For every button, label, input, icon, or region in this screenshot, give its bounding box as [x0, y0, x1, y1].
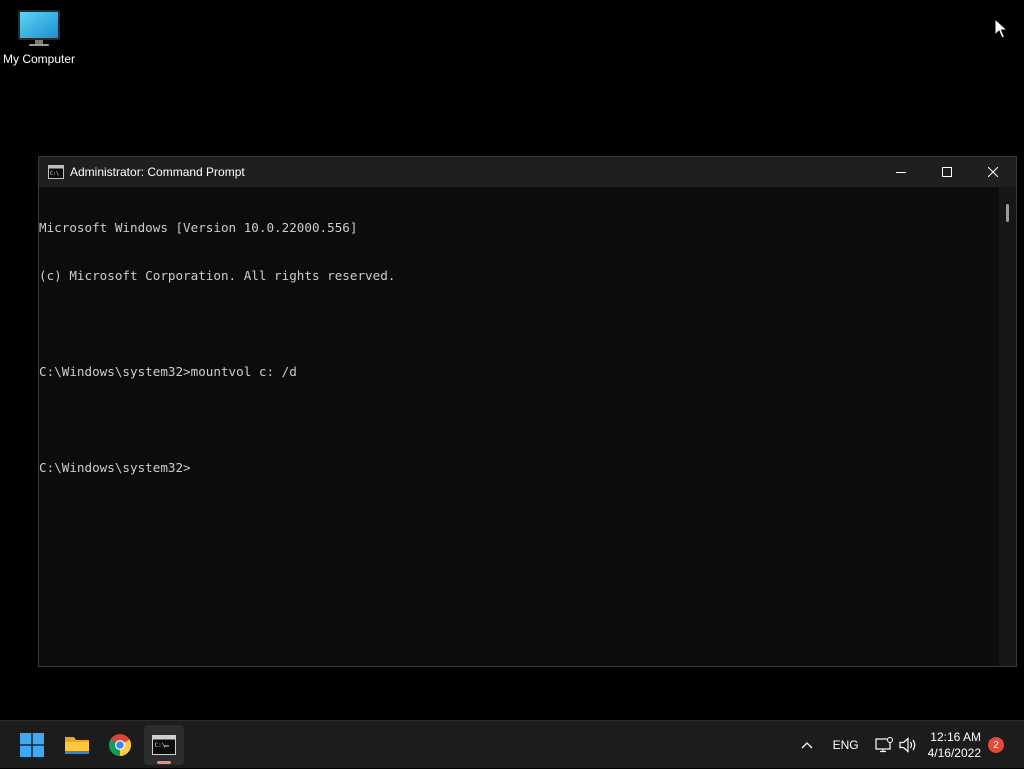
cmd-icon: C:\ — [152, 735, 176, 755]
system-tray: ENG 12:16 AM 4/16/2022 2 — [794, 721, 1024, 769]
console-line: C:\Windows\system32>mountvol c: /d — [39, 364, 297, 379]
desktop: My Computer C:\ Administrator: Command P… — [0, 0, 1024, 720]
windows-start-icon — [20, 733, 44, 757]
close-icon — [988, 167, 998, 177]
monitor-icon — [18, 10, 60, 46]
console-line: Microsoft Windows [Version 10.0.22000.55… — [39, 220, 358, 235]
maximize-icon — [942, 167, 952, 177]
vertical-scrollbar[interactable] — [999, 187, 1016, 666]
minimize-button[interactable] — [878, 157, 924, 187]
taskbar-file-explorer[interactable] — [57, 725, 97, 765]
minimize-icon — [896, 172, 906, 173]
clock-date: 4/16/2022 — [927, 746, 981, 760]
console-prompt-line[interactable]: C:\Windows\system32> — [39, 460, 999, 476]
network-icon — [875, 737, 893, 753]
cmd-icon: C:\ — [48, 165, 64, 179]
desktop-icon-label: My Computer — [2, 52, 76, 66]
window-controls — [878, 157, 1016, 187]
window-title: Administrator: Command Prompt — [70, 165, 245, 179]
taskbar-clock[interactable]: 12:16 AM 4/16/2022 — [928, 729, 981, 761]
taskbar-command-prompt[interactable]: C:\ — [144, 725, 184, 765]
window-titlebar[interactable]: C:\ Administrator: Command Prompt — [39, 157, 1016, 187]
desktop-icon-my-computer[interactable]: My Computer — [0, 8, 78, 76]
volume-button[interactable] — [896, 725, 920, 765]
network-button[interactable] — [872, 725, 896, 765]
folder-icon — [65, 737, 89, 754]
maximize-button[interactable] — [924, 157, 970, 187]
show-hidden-icons-button[interactable] — [794, 725, 820, 765]
clock-time: 12:16 AM — [930, 730, 981, 744]
command-prompt-window[interactable]: C:\ Administrator: Command Prompt Micros… — [38, 156, 1017, 667]
chrome-icon — [109, 734, 131, 756]
svg-text:C:\: C:\ — [50, 171, 59, 177]
taskbar: C:\ ENG 12:16 AM 4/16/2022 2 — [0, 720, 1024, 768]
start-button[interactable] — [12, 725, 52, 765]
language-indicator[interactable]: ENG — [824, 725, 868, 765]
chevron-up-icon — [801, 742, 813, 749]
scrollbar-thumb[interactable] — [1006, 204, 1009, 222]
taskbar-chrome[interactable] — [100, 725, 140, 765]
close-button[interactable] — [970, 157, 1016, 187]
volume-icon — [899, 737, 915, 753]
active-app-indicator — [157, 761, 171, 764]
mouse-cursor-icon — [994, 18, 1008, 39]
console-output[interactable]: Microsoft Windows [Version 10.0.22000.55… — [39, 187, 999, 666]
notification-badge[interactable]: 2 — [988, 737, 1004, 753]
console-line: (c) Microsoft Corporation. All rights re… — [39, 268, 396, 283]
